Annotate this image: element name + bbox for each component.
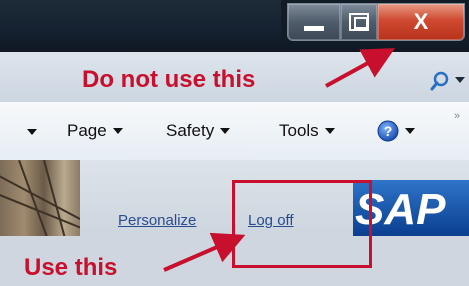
arrow-to-log-off-link [163,232,246,272]
annotation-arrows [163,48,396,272]
arrow-to-close-button [325,48,396,88]
